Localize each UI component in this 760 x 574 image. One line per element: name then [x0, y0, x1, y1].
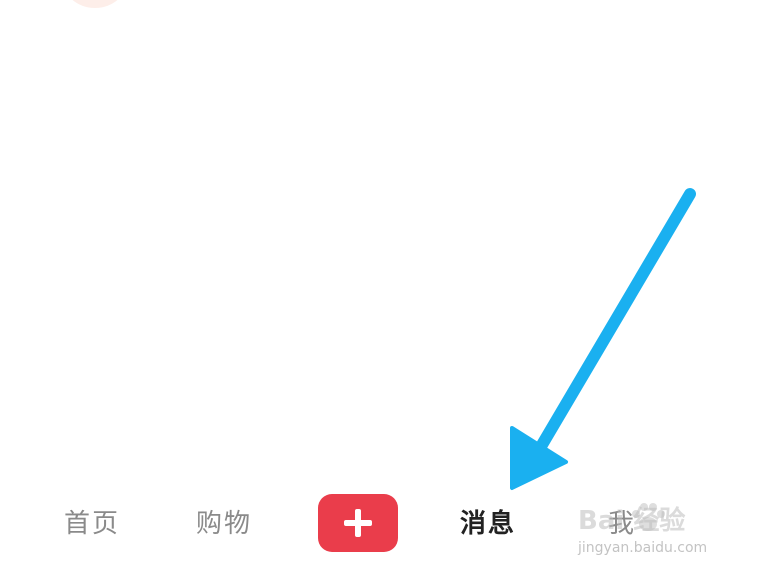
tab-home[interactable]: 首页	[64, 502, 120, 546]
publish-plus-button[interactable]	[318, 494, 398, 552]
annotation-arrow-head	[510, 426, 568, 490]
tab-messages[interactable]: 消息	[460, 502, 516, 546]
annotation-arrow-shaft	[530, 188, 696, 461]
tab-me[interactable]: 我	[608, 502, 636, 546]
tab-shopping[interactable]: 购物	[196, 502, 252, 546]
plus-icon-vertical	[355, 509, 361, 537]
app-screen: 首页 购物 消息 我 Bai 经验 jingyan.baidu.com	[0, 0, 760, 574]
bottom-tab-bar: 首页 购物 消息 我	[0, 488, 760, 560]
avatar[interactable]	[62, 0, 128, 8]
